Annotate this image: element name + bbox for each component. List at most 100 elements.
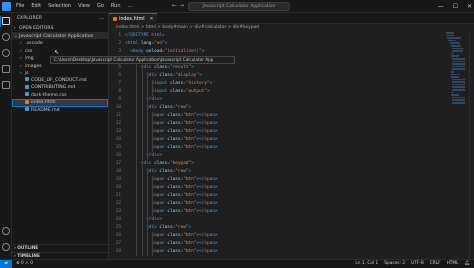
run-debug-icon[interactable] [2,65,10,73]
tab-label: index.html [119,16,145,22]
command-center-search[interactable]: Javascript Calculator Application [188,2,290,11]
code-line[interactable]: 7 <input class="history"> [109,80,439,88]
tree-folder-js[interactable]: › js [12,69,108,77]
timeline-section[interactable]: › TIMELINE [12,251,108,260]
minimize-icon[interactable]: — [438,0,444,13]
code-token: <span [151,113,165,118]
code-line[interactable]: 28 <span class="btn"></span> [109,248,439,256]
code-line[interactable]: 10 <div class="row"> [109,104,439,112]
indent-guide [136,240,138,248]
code-line[interactable]: 13 <span class="btn"></span> [109,128,439,136]
vertical-scrollbar[interactable] [469,32,474,259]
outline-section[interactable]: › OUTLINE [12,244,108,252]
line-ending[interactable]: CRLF [430,260,441,268]
code-line[interactable]: 1 <!DOCTYPE html> [109,32,439,40]
code-line[interactable]: 9 </div> [109,96,439,104]
code-line[interactable]: 12 <span class="btn"></span> [109,120,439,128]
code-line[interactable]: 14 <span class="btn"></span> [109,136,439,144]
indent-guide [152,112,154,120]
tree-folder-vscode[interactable]: › .vscode [12,39,108,47]
indent-guide [152,192,154,200]
indent-guide [141,96,143,104]
tree-project-folder[interactable]: ⌄ Javascript Calculator Application [12,31,108,39]
indent-guide [152,176,154,184]
code-line[interactable]: 21 <span class="btn"></span> [109,192,439,200]
editor-area: index.html ✕ index.html > html > body#ma… [109,13,474,259]
search-icon[interactable] [2,33,10,41]
line-number: 23 [115,209,121,214]
code-line[interactable]: 22 <span class="btn"></span> [109,200,439,208]
tree-folder-css[interactable]: › css [12,47,108,55]
code-editor[interactable]: 1 <!DOCTYPE html> 2 <html lang="en"> 3 <body… [109,32,439,259]
encoding[interactable]: UTF-8 [411,260,424,268]
breadcrumb[interactable]: index.html > html > body#main > div#calc… [109,24,474,32]
tab-index-html[interactable]: index.html ✕ [109,13,158,25]
code-token: > [188,105,192,110]
code-line[interactable]: 5 <div class="result"> [109,64,439,72]
code-line[interactable]: 18 <div class="row"> [109,168,439,176]
minimap-line [450,94,460,96]
back-arrow-icon[interactable]: ← [172,2,177,9]
menu-edit[interactable]: Edit [31,0,41,13]
menu-run[interactable]: Run [111,0,121,13]
code-line[interactable]: 16 </div> [109,152,439,160]
menu-selection[interactable]: Selection [48,0,71,13]
code-line[interactable]: 3 <body onload="initialize()"> [109,48,439,56]
tree-file-index-html[interactable]: index.html [12,99,108,107]
code-line[interactable]: 24 </div> [109,216,439,224]
cursor-position[interactable]: Ln 1, Col 1 [355,260,378,268]
close-icon[interactable]: ✕ [467,0,472,13]
notifications-bell-icon[interactable]: 🔔︎ [465,260,470,268]
code-line[interactable]: 2 <html lang="en"> [109,40,439,48]
code-line[interactable]: 17 <div class="keypad"> [109,160,439,168]
indent-guide [136,64,138,72]
source-control-icon[interactable] [2,49,10,57]
indent-guide [141,64,143,72]
indent-guide [136,176,138,184]
menu-more[interactable]: ... [128,0,133,13]
tree-label: index.html [31,100,56,105]
explorer-icon[interactable] [2,17,10,25]
code-line[interactable]: 6 <div class="display"> [109,72,439,80]
tree-file-dark-theme[interactable]: dark-theme.css [12,92,108,100]
language-mode[interactable]: HTML [447,260,459,268]
code-line[interactable]: 15 <span class="btn"></span> [109,144,439,152]
indentation[interactable]: Spaces: 2 [384,260,405,268]
problems-indicator[interactable]: ⊗ 0 ⚠ 0 [16,260,33,268]
nav-arrows[interactable]: ← → [172,2,184,9]
code-line[interactable]: 23 <span class="btn"></span> [109,208,439,216]
code-line[interactable]: 8 <input class="output"> [109,88,439,96]
code-token: "row" [175,225,189,230]
minimap[interactable] [446,32,468,259]
account-icon[interactable] [2,227,10,235]
settings-gear-icon[interactable] [2,243,10,251]
menu-go[interactable]: Go [97,0,104,13]
code-line[interactable]: 19 <span class="btn"></span> [109,176,439,184]
code-token: class [164,233,181,238]
minimap-line [452,99,465,102]
tree-file-contributing[interactable]: CONTRIBUTING.md [12,84,108,92]
tree-file-readme[interactable]: README.md [12,107,108,115]
close-tab-icon[interactable]: ✕ [150,14,154,25]
code-line[interactable]: 20 <span class="btn"></span> [109,184,439,192]
menu-file[interactable]: File [16,0,24,13]
code-token: <span [151,209,165,214]
indent-guide [152,120,154,128]
indent-guide [141,216,143,224]
maximize-icon[interactable]: ☐ [453,0,458,13]
code-token: ></span> [196,241,218,246]
tree-file-code-of-conduct[interactable]: CODE_OF_CONDUCT.md [12,77,108,85]
tree-open-editors[interactable]: › OPEN EDITORS [12,24,108,32]
forward-arrow-icon[interactable]: → [179,2,184,9]
menu-view[interactable]: View [78,0,90,13]
code-line[interactable]: 26 <span class="btn"></span> [109,232,439,240]
code-line[interactable]: 11 <span class="btn"></span> [109,112,439,120]
code-token: </div> [146,217,163,222]
indent-guide [141,168,143,176]
more-actions-icon[interactable]: ... [99,15,104,21]
code-line[interactable]: 27 <span class="btn"></span> [109,240,439,248]
remote-indicator-icon[interactable]: ⇄ [0,260,12,268]
code-line[interactable]: 25 <div class="row"> [109,224,439,232]
extensions-icon[interactable] [2,81,10,89]
minimap-line [452,83,465,86]
